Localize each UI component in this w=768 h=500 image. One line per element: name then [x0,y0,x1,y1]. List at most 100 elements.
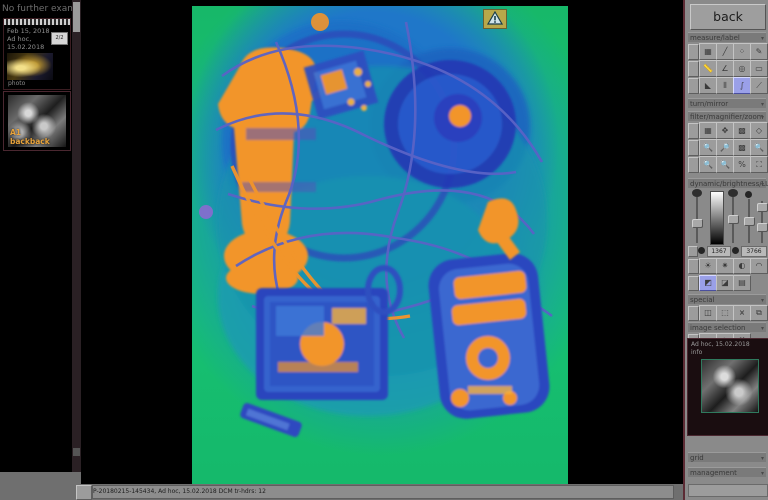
study-card[interactable]: Feb 15, 2018 Ad hoc, 15.02.2018 2/2 phot… [3,18,71,90]
study-meta: Feb 15, 2018 Ad hoc, 15.02.2018 [7,27,50,51]
section-header-measure-label[interactable]: measure/label ▾ [688,32,766,42]
tool-measure-grid-icon[interactable]: ▦ [699,43,717,60]
tool-stitch-icon[interactable]: ⬚ [716,305,734,321]
lut-preset-toggle-row2[interactable] [688,276,699,291]
study-type-label: Ad hoc, [7,35,32,43]
section-title-grid: grid [690,454,704,462]
tool-rect-roi-icon[interactable]: ▭ [750,60,768,77]
tool-compare-images-icon[interactable]: ◫ [699,305,717,321]
management-input-field[interactable] [688,484,768,497]
study-photo-caption: photo [8,80,26,87]
chevron-down-icon-8: ▾ [760,470,764,477]
left-study-panel: No further exam Feb 15, 2018 Ad hoc, 15.… [0,0,81,492]
tool-zoom-100-icon[interactable]: % [733,156,751,173]
lut-gradient-bar[interactable] [710,191,724,245]
tool-fit-window-icon[interactable]: ⛶ [750,156,768,173]
lut-preset-toggle-row1[interactable] [688,259,699,274]
section-header-dynamic-lut[interactable]: dynamic/brightness/LUT ▾ [688,178,768,188]
study-date-numeric: 15.02.2018 [7,43,45,51]
tool-filter-kernel-icon[interactable]: ▦ [699,122,717,139]
special-toolbar: ◫ ⬚ ⩙ ⧉ [688,305,768,321]
tool-zoom-fit-icon[interactable]: 🔍 [716,156,734,173]
filter-toggle-row1[interactable] [688,123,699,139]
chevron-down-icon-2: ▾ [760,101,764,108]
status-expand-button[interactable] [76,485,92,500]
tool-magnifier-icon[interactable]: 🔍 [699,139,717,156]
tool-angle-icon[interactable]: ∠ [716,60,734,77]
selected-xray-card[interactable]: A1 backback [3,91,71,151]
tool-color-lut-selected-icon[interactable]: ◩ [699,275,717,291]
scrollbar-down-arrow[interactable] [73,448,80,456]
section-header-image-selection[interactable]: image selection ▾ [688,322,766,332]
slider1-cap-icon [692,189,702,197]
study-photo-thumbnail[interactable] [7,53,53,80]
filter-zoom-toolbar: ▦ ✥ ▩ ◇ 🔍 🔎 ▩ 🔍 🔍 🔍 % ⛶ [688,122,768,174]
tool-point-marker-icon[interactable]: ⁘ [733,43,751,60]
card-handle-stripe [4,19,70,25]
tool-smooth-icon[interactable]: ◇ [750,122,768,139]
slider4-knob-2[interactable] [757,223,768,232]
tool-circle-roi-icon[interactable]: ◎ [733,60,751,77]
filter-toggle-row3[interactable] [688,157,699,173]
tool-pixel-zoom-icon[interactable]: ▩ [733,139,751,156]
tool-pen-annotate-icon[interactable]: ✎ [750,43,768,60]
measure-label-toolbar: ▦ ╱ ⁘ ✎ 📏 ∠ ◎ ▭ ◣ ⦀ ∫ ⟋ [688,43,768,95]
tool-auto-window-icon[interactable]: ☀ [699,258,717,274]
tool-magnifier-region-icon[interactable]: 🔎 [716,139,734,156]
tool-histogram-icon[interactable]: ⩙ [733,305,751,321]
lut-low-icon [698,247,705,254]
lut-high-value[interactable]: 3766 [741,246,767,257]
study-count-badge: 2/2 [51,32,68,45]
measure-toggle-row1[interactable] [688,44,699,60]
slider2-knob[interactable] [728,215,739,224]
section-header-filter-zoom[interactable]: filter/magnifier/zoom ▾ [688,111,766,121]
image-letterbox-left [81,0,192,472]
slider1-knob[interactable] [692,219,703,228]
right-tool-panel: back measure/label ▾ ▦ ╱ ⁘ ✎ 📏 ∠ ◎ ▭ ◣ ⦀… [683,0,768,500]
section-title-measure-label: measure/label [690,34,740,42]
section-header-grid[interactable]: grid ▾ [688,452,766,462]
xray-viewer-window: No further exam Feb 15, 2018 Ad hoc, 15.… [0,0,768,500]
main-image-area[interactable] [81,0,683,472]
tool-profile-icon[interactable]: ⦀ [716,77,734,94]
tool-line-measure-icon[interactable]: ╱ [716,43,734,60]
preview-thumbnail-image[interactable] [701,359,759,413]
tool-zoom-out-icon[interactable]: 🔍 [750,139,768,156]
tool-ruler-icon[interactable]: 📏 [699,60,717,77]
tool-zoom-in-icon[interactable]: 🔍 [699,156,717,173]
measure-toggle-row3[interactable] [688,78,699,94]
filter-toggle-row2[interactable] [688,140,699,156]
study-date-label: Feb 15, 2018 [7,27,50,35]
tool-gamma-curve-icon[interactable]: ◠ [750,258,768,274]
slider4-knob[interactable] [757,203,768,212]
tool-dual-view-icon[interactable]: ⧉ [750,305,768,321]
special-toggle[interactable] [688,306,699,321]
section-title-management: management [690,469,737,477]
tool-window-level-icon[interactable]: ✷ [716,258,734,274]
tool-invert-icon[interactable]: ◐ [733,258,751,274]
lut-preset-toolbar: ☀ ✷ ◐ ◠ ◩ ◪ ▤ [688,258,768,293]
section-header-turn-mirror[interactable]: turn/mirror ▾ [688,98,766,108]
tool-sharpen-icon[interactable]: ✥ [716,122,734,139]
preview-thumbnail-panel[interactable]: Ad hoc, 15.02.2018 info [687,338,768,436]
tool-grayscale-icon[interactable]: ▤ [733,275,751,291]
left-panel-scrollbar[interactable] [72,0,81,472]
tool-grid-filter-icon[interactable]: ▩ [733,122,751,139]
tool-density-icon[interactable]: ◣ [699,77,717,94]
section-header-special[interactable]: special ▾ [688,294,766,304]
slider3-knob[interactable] [744,217,755,226]
panel-title: No further exam [2,4,72,14]
xray-image[interactable] [192,6,568,472]
measure-toggle-row2[interactable] [688,61,699,77]
tool-pseudo-color-icon[interactable]: ◪ [716,275,734,291]
tool-arrow-icon[interactable]: ⟋ [750,77,768,94]
slider3-cap-icon [745,191,752,198]
tool-curve-selected-icon[interactable]: ∫ [733,77,751,94]
status-text: P-20180215-145434, Ad hoc, 15.02.2018 DC… [93,488,266,495]
section-header-management[interactable]: management ▾ [688,467,766,477]
scrollbar-thumb[interactable] [73,2,80,32]
preview-caption: Ad hoc, 15.02.2018 info [691,341,750,357]
lut-low-value[interactable]: 1367 [707,246,731,257]
back-button[interactable]: back [690,4,766,30]
lut-lock-toggle[interactable] [688,246,698,257]
